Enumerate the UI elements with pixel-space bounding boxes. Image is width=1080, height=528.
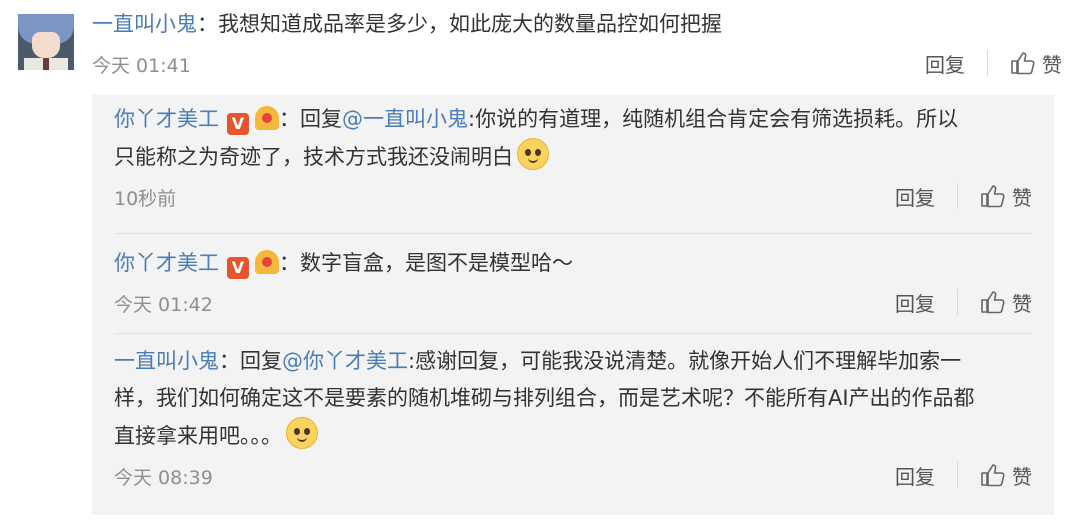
like-label: 赞 — [1012, 464, 1032, 489]
like-label: 赞 — [1012, 291, 1032, 316]
reply-item: 你丫才美工 V ：数字盲盒，是图不是模型哈～ 今天 01:42 回复 赞 — [114, 245, 1032, 326]
reply-text: 数字盲盒，是图不是模型哈～ — [300, 251, 573, 275]
comment-text: 我想知道成品率是多少，如此庞大的数量品控如何把握 — [218, 12, 722, 36]
mention-link[interactable]: @你丫才美工 — [282, 349, 408, 373]
colon: ： — [219, 349, 240, 373]
reply-time: 10秒前 — [114, 188, 177, 210]
avatar-tie — [43, 58, 49, 70]
thinking-emoji-icon — [286, 417, 318, 449]
reply-item: 一直叫小鬼：回复@你丫才美工:感谢回复，可能我没说清楚。就像开始人们不理解毕加索… — [114, 343, 1032, 499]
reply-body: 一直叫小鬼：回复@你丫才美工:感谢回复，可能我没说清楚。就像开始人们不理解毕加索… — [114, 343, 1032, 380]
verified-v-icon: V — [227, 257, 249, 279]
avatar-face — [32, 32, 60, 58]
reply-text-line: 直接拿来用吧。。。 — [114, 424, 282, 448]
thumbs-up-icon — [981, 464, 1005, 487]
user-avatar[interactable] — [18, 14, 74, 70]
action-divider — [957, 289, 958, 315]
verified-v-icon: V — [227, 113, 249, 135]
like-button[interactable]: 赞 — [1010, 49, 1062, 78]
like-button[interactable]: 赞 — [980, 461, 1032, 490]
colon: ： — [279, 251, 300, 275]
like-label: 赞 — [1012, 185, 1032, 210]
comment-body: 一直叫小鬼：我想知道成品率是多少，如此庞大的数量品控如何把握 — [92, 6, 1062, 43]
reply-username[interactable]: 一直叫小鬼 — [114, 349, 219, 373]
reply-text-line: 只能称之为奇迹了，技术方式我还没闹明白 — [114, 145, 513, 169]
reply-time: 今天 08:39 — [114, 467, 213, 489]
reply-body: 你丫才美工 V ：数字盲盒，是图不是模型哈～ — [114, 245, 1032, 282]
action-divider — [957, 462, 958, 488]
thumbs-up-icon — [1011, 52, 1035, 75]
pleading-emoji-icon — [517, 138, 549, 170]
reply-item: 你丫才美工 V ：回复@一直叫小鬼:你说的有道理，纯随机组合肯定会有筛选损耗。所以 … — [114, 101, 1032, 220]
reply-actions: 回复 赞 — [895, 459, 1032, 491]
reply-actions: 回复 赞 — [895, 286, 1032, 318]
reply-separator — [114, 333, 1032, 334]
like-button[interactable]: 赞 — [980, 182, 1032, 211]
reply-body-continued: 直接拿来用吧。。。 — [114, 417, 1032, 455]
reply-body-continued: 样，我们如何确定这不是要素的随机堆砌与排列组合，而是艺术呢？不能所有AI产出的作… — [114, 380, 1032, 417]
reply-meta: 10秒前 回复 赞 — [114, 176, 1032, 220]
reply-body-continued: 只能称之为奇迹了，技术方式我还没闹明白 — [114, 138, 1032, 176]
replies-panel: 你丫才美工 V ：回复@一直叫小鬼:你说的有道理，纯随机组合肯定会有筛选损耗。所以 … — [92, 95, 1054, 515]
reply-prefix: 回复 — [300, 107, 342, 131]
action-divider — [987, 50, 988, 76]
comment-username[interactable]: 一直叫小鬼 — [92, 12, 197, 36]
reply-actions: 回复 赞 — [895, 180, 1032, 212]
thumbs-up-icon — [981, 185, 1005, 208]
reply-text-line: 你说的有道理，纯随机组合肯定会有筛选损耗。所以 — [475, 107, 959, 131]
reply-text-line: 样，我们如何确定这不是要素的随机堆砌与排列组合，而是艺术呢？不能所有AI产出的作… — [114, 386, 975, 410]
colon: ： — [279, 107, 300, 131]
thumbs-up-icon — [981, 291, 1005, 314]
reply-username[interactable]: 你丫才美工 — [114, 251, 219, 275]
action-divider — [957, 183, 958, 209]
medal-icon — [255, 250, 279, 274]
reply-separator — [114, 233, 1032, 234]
like-label: 赞 — [1042, 52, 1062, 77]
reply-button[interactable]: 回复 — [895, 461, 935, 490]
comment-actions: 回复 赞 — [925, 47, 1062, 79]
main-comment: 一直叫小鬼：我想知道成品率是多少，如此庞大的数量品控如何把握 今天 01:41 … — [92, 6, 1062, 87]
like-button[interactable]: 赞 — [980, 288, 1032, 317]
reply-body: 你丫才美工 V ：回复@一直叫小鬼:你说的有道理，纯随机组合肯定会有筛选损耗。所以 — [114, 101, 1032, 138]
comment-meta: 今天 01:41 回复 赞 — [92, 43, 1062, 87]
medal-icon — [255, 106, 279, 130]
mention-link[interactable]: @一直叫小鬼 — [342, 107, 468, 131]
reply-meta: 今天 01:42 回复 赞 — [114, 282, 1032, 326]
reply-button[interactable]: 回复 — [895, 182, 935, 211]
reply-time: 今天 01:42 — [114, 294, 213, 316]
colon: ： — [197, 12, 218, 36]
reply-text-line: 感谢回复，可能我没说清楚。就像开始人们不理解毕加索一 — [415, 349, 962, 373]
comment-time: 今天 01:41 — [92, 55, 191, 77]
reply-username[interactable]: 你丫才美工 — [114, 107, 219, 131]
reply-button[interactable]: 回复 — [925, 49, 965, 78]
reply-prefix: 回复 — [240, 349, 282, 373]
reply-button[interactable]: 回复 — [895, 288, 935, 317]
reply-meta: 今天 08:39 回复 赞 — [114, 455, 1032, 499]
